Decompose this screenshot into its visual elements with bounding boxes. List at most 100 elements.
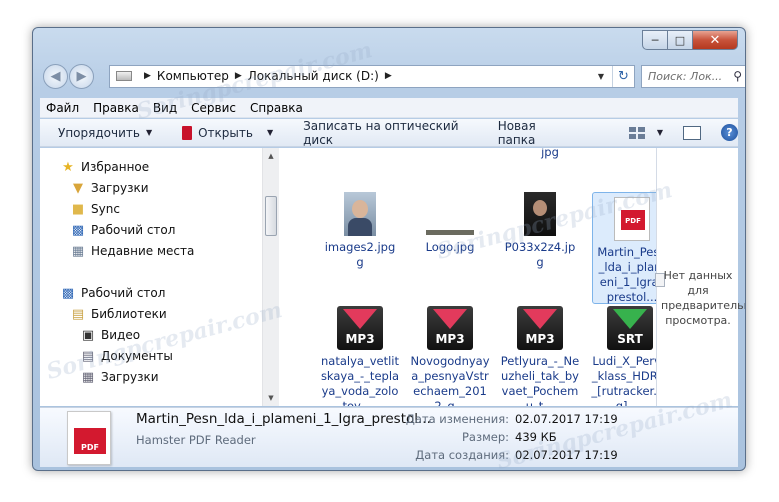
size-value: 439 КБ (515, 430, 557, 444)
file-item[interactable]: Logo.jpg (410, 192, 490, 255)
scroll-up-arrow[interactable]: ▲ (263, 148, 279, 164)
minimize-button[interactable]: ─ (642, 30, 668, 50)
scroll-thumb[interactable] (265, 196, 277, 236)
file-item[interactable]: MP3 natalya_vetlitskaya_-_teplaya_voda_z… (320, 306, 400, 406)
refresh-icon[interactable]: ↻ (612, 65, 634, 87)
menu-view[interactable]: Вид (153, 101, 177, 115)
nav-recent-places[interactable]: ▦ Недавние места (70, 243, 195, 259)
breadcrumb-computer[interactable]: Компьютер (157, 69, 229, 83)
image-thumbnail (426, 192, 474, 236)
nav-label: Недавние места (91, 244, 195, 258)
nav-label: Библиотеки (91, 307, 167, 321)
mp3-icon: MP3 (517, 306, 563, 350)
nav-label: Документы (101, 349, 173, 363)
file-item[interactable]: MP3 Novogodnyaya_pesnyaVstrechaem_2012_g… (410, 306, 490, 406)
file-list: jpg images2.jpg g Logo.jpg P033x2z4.jp g (300, 148, 682, 406)
file-name-partial[interactable]: jpg (530, 148, 570, 159)
modified-label: Дата изменения: (405, 412, 509, 426)
open-button[interactable]: Открыть ▼ (182, 119, 273, 146)
help-button[interactable]: ? (721, 119, 738, 146)
nav-desktop-favorite[interactable]: ▩ Рабочий стол (70, 223, 176, 238)
created-value: 02.07.2017 17:19 (515, 448, 618, 462)
star-icon: ★ (62, 159, 74, 175)
search-input[interactable]: Поиск: Лок... ⚲ (641, 64, 745, 88)
pdf-badge: PDF (74, 428, 106, 454)
preview-pane-button[interactable] (683, 119, 701, 146)
file-label: natalya_vetlitskaya_-_teplaya_voda_zolot… (320, 354, 400, 406)
menu-tools[interactable]: Сервис (191, 101, 236, 115)
scroll-down-arrow[interactable]: ▼ (263, 390, 279, 406)
nav-desktop[interactable]: ▩ Рабочий стол (60, 285, 166, 301)
mp3-icon: MP3 (337, 306, 383, 350)
chevron-down-icon[interactable]: ▼ (657, 128, 663, 137)
preview-message: Нет данных для предварительного просмотр… (661, 269, 745, 327)
organize-label: Упорядочить (58, 125, 140, 140)
folder-icon: ■ (71, 201, 85, 217)
breadcrumb-drive-d[interactable]: Локальный диск (D:) (248, 69, 379, 83)
preview-pane: Нет данных для предварительного просмотр… (655, 148, 745, 406)
nav-label: Sync (91, 202, 120, 216)
window-controls: ─ □ ✕ (642, 30, 738, 50)
explorer-window: ─ □ ✕ ◀ ▶ ▶ Компьютер ▶ Локальный диск (… (32, 27, 746, 471)
new-folder-button[interactable]: Новая папка (498, 119, 567, 147)
burn-button[interactable]: Записать на оптический диск (303, 118, 468, 147)
burn-label: Записать на оптический диск (303, 118, 459, 147)
file-type-badge: MP3 (345, 332, 375, 346)
video-icon: ▣ (81, 327, 95, 343)
details-file-type: Hamster PDF Reader (136, 433, 256, 447)
preview-pane-icon (683, 125, 701, 140)
chevron-right-icon[interactable]: ▶ (385, 71, 392, 81)
pdf-icon: PDF (614, 197, 650, 241)
nav-label: Рабочий стол (91, 223, 176, 237)
file-label: images2.jpg g (324, 240, 396, 269)
nav-favorites[interactable]: ★ Избранное (60, 159, 150, 175)
chevron-down-icon[interactable]: ▼ (267, 128, 273, 137)
close-button[interactable]: ✕ (693, 30, 738, 50)
navigation-scrollbar[interactable]: ▲ ▼ (262, 148, 279, 406)
back-button[interactable]: ◀ (43, 63, 68, 89)
help-icon: ? (721, 124, 738, 141)
nav-label: Рабочий стол (81, 286, 166, 300)
address-dropdown-icon[interactable]: ▼ (594, 66, 608, 87)
chevron-right-icon[interactable]: ▶ (144, 71, 151, 81)
chevron-right-icon[interactable]: ▶ (235, 71, 242, 81)
nav-label: Избранное (81, 160, 150, 174)
navigation-row: ◀ ▶ ▶ Компьютер ▶ Локальный диск (D:) ▶ … (43, 62, 745, 90)
organize-button[interactable]: Упорядочить ▼ (58, 119, 152, 146)
address-bar[interactable]: ▶ Компьютер ▶ Локальный диск (D:) ▶ ▼ ↻ (109, 64, 635, 88)
file-type-badge: MP3 (435, 332, 465, 346)
downloads-folder-icon: ▼ (73, 180, 83, 196)
recent-places-icon: ▦ (71, 243, 85, 259)
file-label: Petlyura_-_Neuzheli_tak_byvaet_Pochemu_t… (500, 354, 580, 406)
menu-file[interactable]: Файл (46, 101, 79, 115)
nav-sync[interactable]: ■ Sync (70, 201, 120, 217)
desktop-icon: ▩ (61, 285, 75, 301)
file-item[interactable]: MP3 Petlyura_-_Neuzheli_tak_byvaet_Poche… (500, 306, 580, 406)
nav-libraries[interactable]: ▤ Библиотеки (70, 307, 167, 322)
downloads-icon: ▦ (81, 369, 95, 385)
nav-video[interactable]: ▣ Видео (80, 327, 140, 343)
open-label: Открыть (198, 125, 253, 140)
mp3-icon: MP3 (427, 306, 473, 350)
maximize-button[interactable]: □ (668, 30, 693, 50)
command-bar: Упорядочить ▼ Открыть ▼ Записать на оптиче… (40, 119, 738, 147)
forward-button[interactable]: ▶ (69, 63, 94, 89)
search-placeholder: Поиск: Лок... (648, 69, 723, 83)
search-icon[interactable]: ⚲ (733, 69, 742, 83)
nav-documents[interactable]: ▤ Документы (80, 348, 173, 364)
details-pane: PDF Martin_Pesn_lda_i_plameni_1_Igra_pre… (40, 407, 738, 467)
menu-edit[interactable]: Правка (93, 101, 139, 115)
documents-icon: ▤ (81, 348, 95, 364)
file-item[interactable]: images2.jpg g (320, 192, 400, 270)
file-label: Novogodnyaya_pesnyaVstrechaem_2012_g... (410, 354, 490, 406)
nav-label: Загрузки (91, 181, 149, 195)
created-label: Дата создания: (415, 448, 509, 462)
pdf-icon (182, 125, 193, 140)
modified-value: 02.07.2017 17:19 (515, 412, 618, 426)
chevron-down-icon: ▼ (145, 128, 153, 137)
file-item[interactable]: P033x2z4.jp g (500, 192, 580, 270)
nav-downloads[interactable]: ▼ Загрузки (70, 180, 149, 196)
change-view-button[interactable]: ▼ (628, 119, 663, 146)
menu-help[interactable]: Справка (250, 101, 303, 115)
nav-downloads-library[interactable]: ▦ Загрузки (80, 369, 159, 385)
